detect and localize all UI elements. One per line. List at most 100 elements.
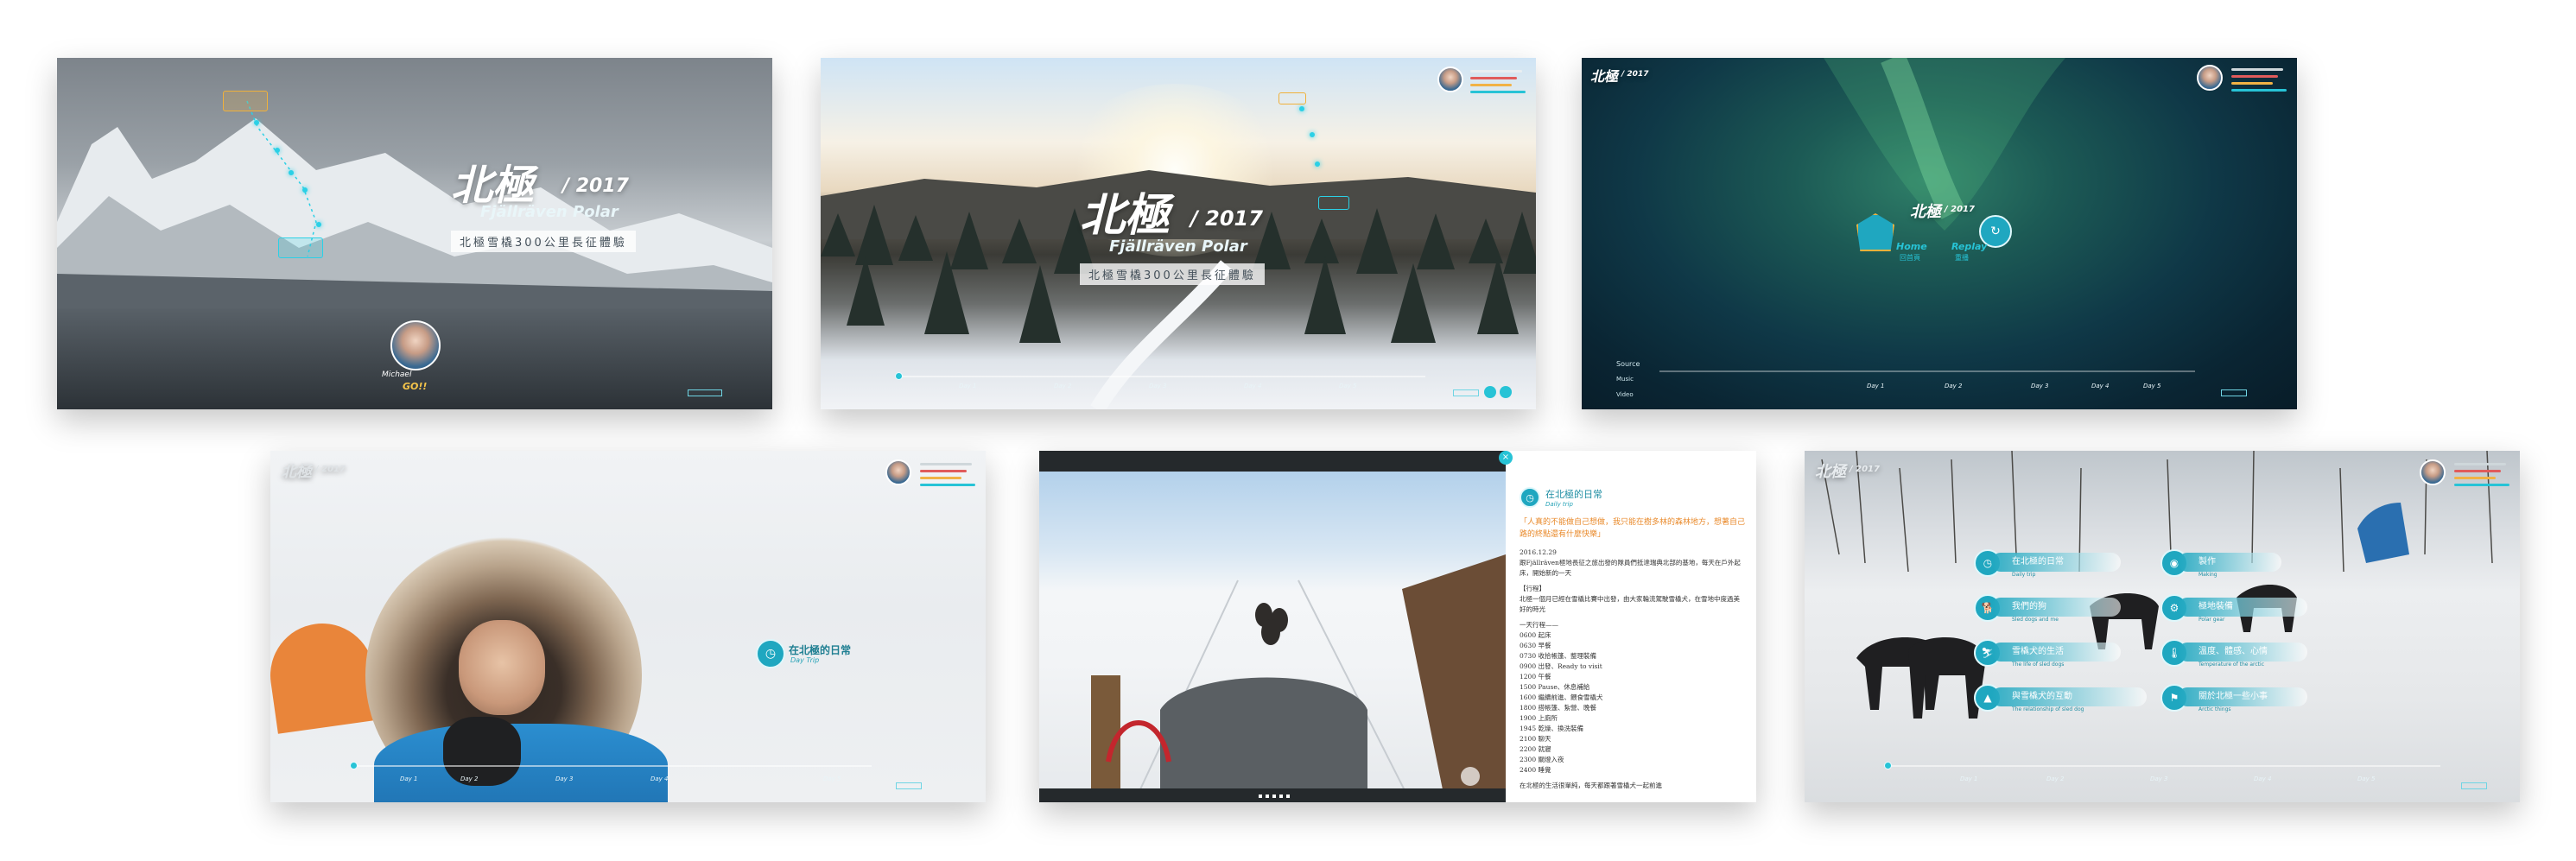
share-icon[interactable] — [1500, 386, 1512, 398]
stats-bars — [2231, 68, 2292, 96]
timeline-label: Day 2 — [1945, 383, 1963, 389]
timeline-label: Day 3 — [2031, 383, 2049, 389]
timeline-track[interactable] — [1888, 765, 2440, 767]
article-body: 「人真的不能做自己想做，我只能在樹多林的森林地方，想著自己路的終點還有什麼快樂」… — [1520, 516, 1746, 791]
menu-item-sub: Sled dogs and me — [2012, 617, 2059, 623]
expand-icon[interactable] — [1461, 767, 1480, 786]
menu-item-sub: Daily trip — [2012, 572, 2036, 578]
menu-item-temperature[interactable]: 溫度、體感、心情 — [2178, 643, 2307, 662]
menu-item-dogs[interactable]: 我們的狗 — [1991, 598, 2121, 617]
avatar[interactable] — [1437, 66, 1463, 92]
menu-item-sub: The life of sled dogs — [2012, 662, 2065, 668]
timeline-label: Day 2 — [460, 776, 479, 782]
corner-logo — [896, 782, 922, 789]
timeline-label: Day 3 — [2150, 776, 2168, 782]
stats-bars — [2454, 463, 2515, 491]
title-polar: Fjällräven Polar — [480, 203, 619, 221]
article-quote: 「人真的不能做自己想做，我只能在樹多林的森林地方，想著自己路的終點還有什麼快樂」 — [1520, 518, 1746, 539]
timeline-label: Day 4 — [650, 776, 669, 782]
schedule-item: 0630 早餐 — [1520, 642, 1551, 649]
timeline-track[interactable] — [1659, 370, 2195, 372]
title-cn-small: 北極 — [1815, 463, 1846, 481]
replay-label[interactable]: Replay — [1951, 241, 1987, 252]
timeline-label: Day 4 — [1244, 383, 1262, 389]
sled-icon[interactable] — [1318, 196, 1349, 210]
article-heading: 在北極的日常 — [1545, 489, 1602, 500]
corner-logo — [2461, 782, 2487, 789]
schedule-item: 1500 Pause、休息補給 — [1520, 683, 1590, 691]
video-label: Video — [1616, 391, 1634, 398]
avatar[interactable] — [885, 459, 911, 485]
menu-item-daily[interactable]: 在北極的日常 — [1991, 553, 2121, 572]
menu-item-dog-life[interactable]: 雪橇犬的生活 — [1991, 643, 2121, 662]
schedule-item: 2400 睡覺 — [1520, 766, 1551, 774]
stat-bar — [2454, 470, 2501, 472]
close-icon[interactable]: × — [1499, 451, 1513, 465]
menu-item-gear[interactable]: 極地裝備 — [2178, 598, 2307, 617]
schedule-item: 2100 聊天 — [1520, 735, 1551, 743]
go-label[interactable]: GO!! — [403, 381, 427, 392]
aurora-illustration — [1824, 58, 2065, 231]
waypoint[interactable] — [1310, 132, 1315, 137]
source-label: Source — [1616, 360, 1640, 368]
menu-item-sub: The relationship of sled dog — [2012, 706, 2084, 712]
sled-icon[interactable] — [278, 237, 323, 258]
stat-bar — [920, 477, 961, 479]
timeline-marker[interactable] — [1884, 762, 1892, 769]
menu-item-sub: Arctic things — [2198, 706, 2231, 712]
photo-top-bar — [1039, 451, 1506, 472]
schedule-item: 1200 午餐 — [1520, 673, 1551, 681]
title-year-small: / 2017 — [315, 465, 346, 474]
avatar[interactable] — [2420, 459, 2446, 485]
waypoint[interactable] — [254, 120, 259, 125]
avatar[interactable] — [2197, 65, 2223, 91]
timeline-marker[interactable] — [350, 762, 358, 769]
timeline-track[interactable] — [898, 376, 1425, 377]
timeline-label: Day 1 — [959, 383, 977, 389]
music-icon[interactable] — [1484, 386, 1496, 398]
replay-sub: 重播 — [1955, 254, 1969, 262]
stat-bar — [2454, 463, 2506, 465]
menu-item-sub: Polar gear — [2198, 617, 2225, 623]
title-subtitle: 北極雪橇300公里長征體驗 — [451, 231, 636, 252]
stats-bars — [920, 463, 980, 491]
waypoint[interactable] — [316, 222, 321, 227]
timeline-label: Day 2 — [2046, 776, 2065, 782]
panel-intro-forest: 北極 / 2017 Fjällräven Polar 北極雪橇300公里長征體驗… — [821, 58, 1536, 409]
avatar[interactable] — [390, 320, 441, 370]
title-year: / 2017 — [1190, 206, 1263, 231]
tent — [270, 617, 381, 734]
schedule-item: 1600 繼續前進、餵食雪橇犬 — [1520, 693, 1603, 701]
menu-item-title: 關於北極一些小事 — [2198, 692, 2268, 701]
location-flag-icon[interactable] — [223, 91, 268, 111]
badge-title[interactable]: 在北極的日常 — [789, 643, 851, 657]
menu-item-relationship[interactable]: 與雪橇犬的互動 — [1991, 687, 2147, 706]
article-date: 2016.12.29 — [1520, 548, 1557, 556]
home-label[interactable]: Home — [1896, 241, 1927, 252]
waypoint[interactable] — [1315, 161, 1320, 167]
waypoint[interactable] — [1299, 106, 1304, 111]
schedule-item: 0600 起床 — [1520, 631, 1551, 639]
article-intro: 跟Fjällräven極地長征之旅出發的隊員們抵達瑞典北部的基地，每天在戶外起床… — [1520, 559, 1741, 577]
timeline-track[interactable] — [353, 765, 872, 767]
menu-item-making[interactable]: 製作 — [2178, 553, 2281, 572]
waypoint[interactable] — [302, 187, 308, 193]
schedule-title: 一天行程—— — [1520, 621, 1558, 629]
timeline-label: Day 2 — [1054, 383, 1072, 389]
timeline-label: Day 3 — [555, 776, 574, 782]
location-flag-icon[interactable] — [1278, 92, 1306, 104]
menu-item-arctic-things[interactable]: 關於北極一些小事 — [2178, 687, 2307, 706]
timeline-marker[interactable] — [895, 372, 903, 380]
clock-icon[interactable]: ◷ — [756, 639, 785, 668]
title-year-small: / 2017 — [1850, 465, 1880, 474]
waypoint[interactable] — [275, 148, 280, 153]
waypoint[interactable] — [289, 170, 294, 175]
home-sub: 回首頁 — [1900, 254, 1920, 262]
stat-bar — [1470, 77, 1517, 79]
pagination-dots[interactable] — [1259, 795, 1293, 798]
stat-bar — [1470, 91, 1526, 93]
stat-bar — [2231, 68, 2283, 71]
stat-bar — [920, 470, 967, 472]
menu-item-title: 在北極的日常 — [2012, 557, 2064, 567]
stat-bar — [2231, 75, 2278, 78]
